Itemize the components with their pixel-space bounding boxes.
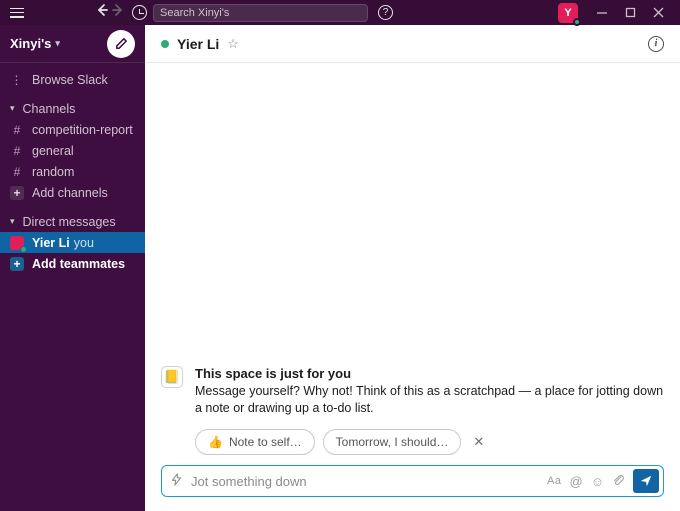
- window-minimize-button[interactable]: [588, 0, 616, 25]
- help-icon[interactable]: ?: [378, 5, 393, 20]
- format-icon[interactable]: Aa: [547, 475, 561, 487]
- sidebar: Xinyi's ▾ ⋮ Browse Slack ▾ Channels # com…: [0, 25, 145, 511]
- notebook-icon: 📒: [161, 366, 183, 388]
- add-channels-label: Add channels: [32, 186, 108, 200]
- add-channels-item[interactable]: + Add channels: [0, 182, 145, 203]
- dm-avatar-icon: [10, 236, 24, 250]
- workspace-header[interactable]: Xinyi's ▾: [0, 25, 145, 63]
- user-initial: Y: [564, 7, 571, 19]
- channel-title[interactable]: Yier Li: [177, 36, 219, 52]
- dm-header-label: Direct messages: [23, 215, 116, 229]
- channel-body: 📒 This space is just for you Message you…: [145, 63, 680, 465]
- pill-label: Tomorrow, I should…: [336, 435, 449, 449]
- dm-header[interactable]: ▾ Direct messages: [0, 211, 145, 232]
- mention-icon[interactable]: @: [570, 474, 583, 489]
- channel-item-competition-report[interactable]: # competition-report: [0, 119, 145, 140]
- search-text: Search Xinyi's: [160, 7, 229, 19]
- suggestion-pill-tomorrow[interactable]: Tomorrow, I should…: [323, 429, 462, 455]
- pill-label: Note to self…: [229, 435, 302, 449]
- message-composer[interactable]: Aa @ ☺: [161, 465, 664, 497]
- dm-name: Yier Liyou: [32, 236, 94, 250]
- star-icon[interactable]: ☆: [227, 36, 239, 52]
- suggestion-pill-note[interactable]: 👍 Note to self…: [195, 429, 315, 455]
- hash-icon: #: [10, 144, 24, 158]
- add-teammates-label: Add teammates: [32, 257, 125, 271]
- nav-forward-icon[interactable]: [110, 2, 126, 23]
- user-avatar[interactable]: Y: [558, 3, 578, 23]
- shortcuts-icon[interactable]: [170, 473, 183, 489]
- hash-icon: #: [10, 123, 24, 137]
- presence-dot-icon: [161, 40, 169, 48]
- browse-label: Browse Slack: [32, 73, 108, 87]
- channel-item-general[interactable]: # general: [0, 140, 145, 161]
- channel-label: competition-report: [32, 123, 133, 137]
- workspace-name: Xinyi's: [10, 36, 51, 51]
- intro-block: 📒 This space is just for you Message you…: [161, 366, 664, 417]
- attach-icon[interactable]: [612, 473, 625, 490]
- channel-header: Yier Li ☆ i: [145, 25, 680, 63]
- dm-item-self[interactable]: Yier Liyou: [0, 232, 145, 253]
- emoji-icon[interactable]: ☺: [591, 474, 604, 489]
- window-maximize-button[interactable]: [616, 0, 644, 25]
- more-icon: ⋮: [10, 73, 24, 87]
- plus-icon: +: [10, 186, 24, 200]
- message-input[interactable]: [191, 474, 539, 489]
- caret-down-icon: ▾: [10, 103, 15, 114]
- browse-slack-item[interactable]: ⋮ Browse Slack: [0, 69, 145, 90]
- channel-label: general: [32, 144, 74, 158]
- history-icon[interactable]: [132, 5, 147, 20]
- intro-title: This space is just for you: [195, 366, 664, 381]
- dismiss-suggestions-icon[interactable]: ✕: [473, 434, 484, 450]
- send-button[interactable]: [633, 469, 659, 493]
- hamburger-menu-icon[interactable]: [10, 8, 24, 18]
- titlebar: Search Xinyi's ? Y: [0, 0, 680, 25]
- plus-icon: +: [10, 257, 24, 271]
- compose-button[interactable]: [107, 30, 135, 58]
- channel-label: random: [32, 165, 74, 179]
- thumbs-up-icon: 👍: [208, 435, 223, 449]
- add-teammates-item[interactable]: + Add teammates: [0, 253, 145, 274]
- intro-text: Message yourself? Why not! Think of this…: [195, 383, 664, 417]
- presence-dot-icon: [573, 18, 581, 26]
- channels-header-label: Channels: [23, 102, 76, 116]
- channel-item-random[interactable]: # random: [0, 161, 145, 182]
- caret-down-icon: ▾: [10, 216, 15, 227]
- hash-icon: #: [10, 165, 24, 179]
- channels-header[interactable]: ▾ Channels: [0, 98, 145, 119]
- content: Yier Li ☆ i 📒 This space is just for you…: [145, 25, 680, 511]
- nav-back-icon[interactable]: [94, 2, 110, 23]
- details-icon[interactable]: i: [648, 36, 664, 52]
- chevron-down-icon: ▾: [55, 38, 60, 49]
- suggestion-pills: 👍 Note to self… Tomorrow, I should… ✕: [195, 429, 664, 455]
- window-close-button[interactable]: [644, 0, 672, 25]
- search-input[interactable]: Search Xinyi's: [153, 4, 368, 22]
- presence-dot-icon: [20, 246, 27, 253]
